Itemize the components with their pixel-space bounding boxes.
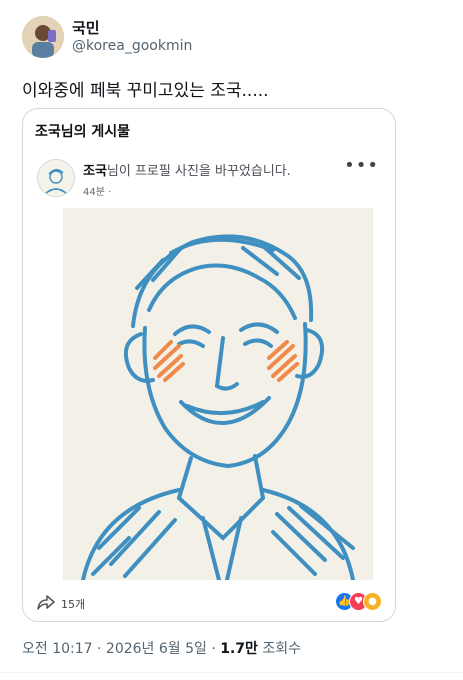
user-handle[interactable]: @korea_gookmin — [72, 38, 192, 54]
post-author[interactable]: 조국 — [83, 164, 107, 179]
care-icon: ● — [363, 592, 382, 611]
tweet-meta: 오전 10:17 · 2026년 6월 5일 · 1.7만 조회수 — [22, 638, 301, 658]
view-label: 조회수 — [257, 641, 302, 657]
tweet-text: 이와중에 페북 꾸미고있는 조국..... — [22, 81, 269, 101]
view-count: 1.7만 — [220, 641, 258, 657]
embedded-facebook-post[interactable]: 조국님의 게시물 조국님이 프로필 사진을 바꾸었습니다. 44분 · ••• — [22, 108, 396, 622]
user-name[interactable]: 국민 — [72, 17, 100, 38]
profile-drawing-image[interactable] — [63, 208, 373, 582]
user-avatar[interactable] — [22, 16, 64, 58]
tweet: 국민 @korea_gookmin 이와중에 페북 꾸미고있는 조국..... … — [0, 0, 463, 680]
post-action: 님이 프로필 사진을 바꾸었습니다. — [106, 164, 291, 179]
post-avatar[interactable] — [37, 159, 75, 197]
share-count: 15개 — [61, 598, 86, 611]
share-icon[interactable] — [37, 593, 55, 611]
post-headline: 조국님이 프로필 사진을 바꾸었습니다. — [83, 160, 291, 179]
card-title: 조국님의 게시물 — [35, 124, 131, 140]
tweet-timestamp[interactable]: 오전 10:17 · 2026년 6월 5일 · — [22, 641, 220, 657]
divider — [0, 672, 463, 673]
reaction-icons[interactable]: 👍 ♥ ● — [335, 592, 383, 612]
post-time: 44분 · — [83, 187, 112, 198]
more-icon[interactable]: ••• — [344, 155, 379, 176]
